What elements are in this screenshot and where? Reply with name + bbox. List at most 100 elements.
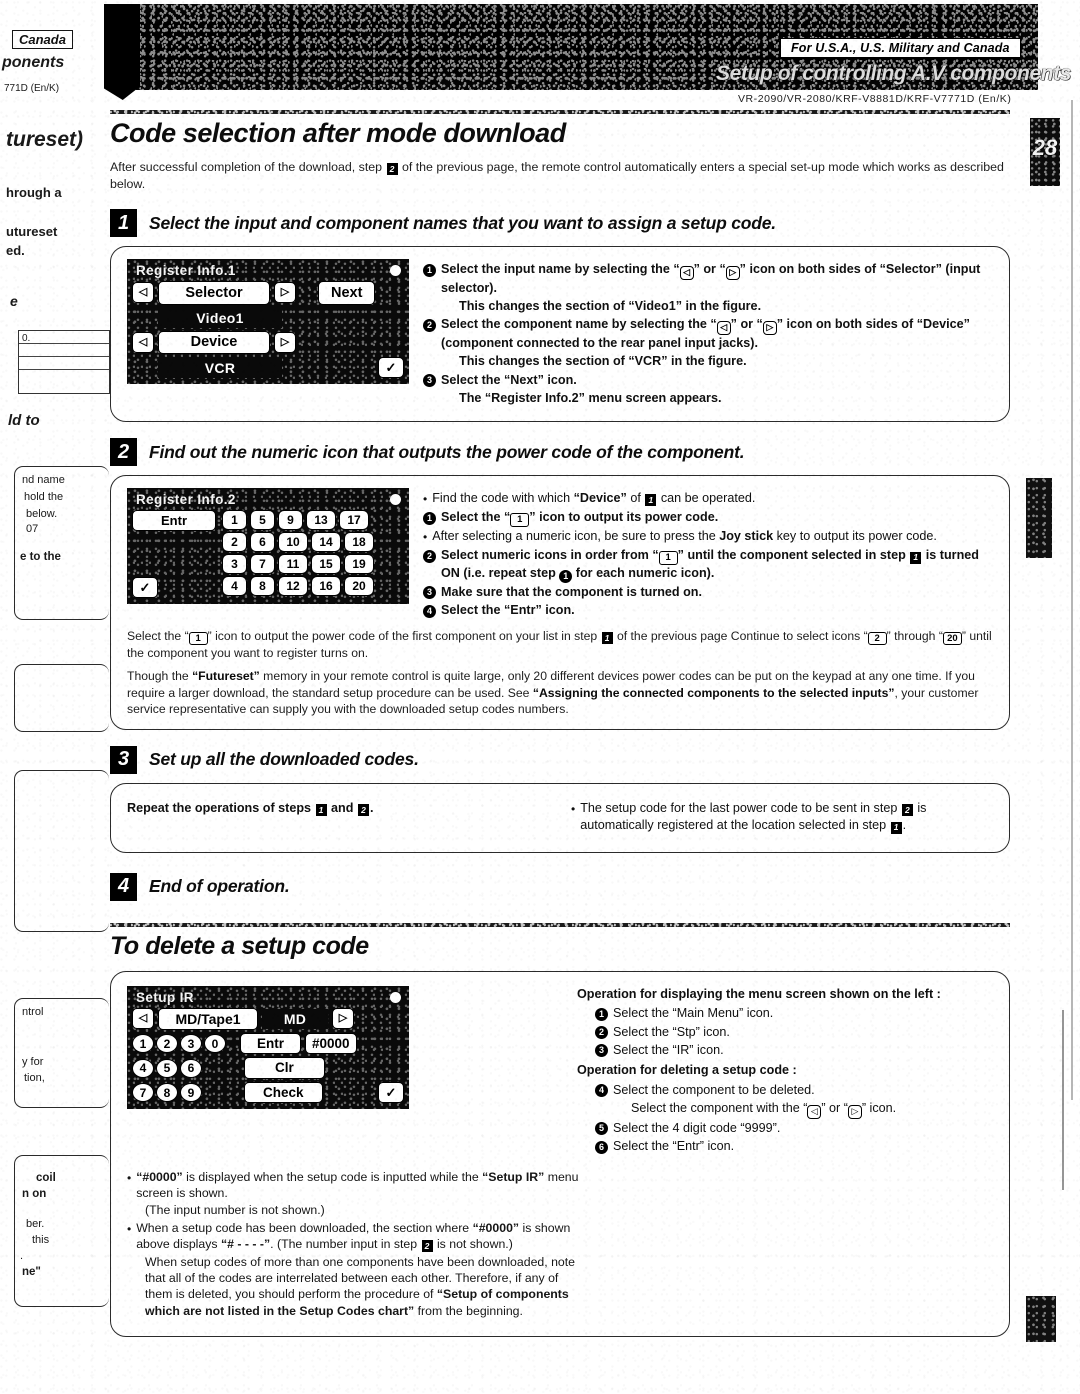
setup-ir-key-4[interactable]: 4 xyxy=(132,1058,154,1078)
section-top-rule xyxy=(110,110,1010,114)
numeric-key-9[interactable]: 9 xyxy=(278,510,303,530)
numeric-key-12[interactable]: 12 xyxy=(278,576,308,596)
left-fragment-4: e xyxy=(10,293,18,309)
numeric-key-3[interactable]: 3 xyxy=(222,554,247,574)
keypad-row: 3 7 11 15 19 xyxy=(222,554,404,574)
delete-heading-1: Operation for displaying the menu screen… xyxy=(577,986,941,1001)
numeric-key-13[interactable]: 13 xyxy=(306,510,336,530)
step-3-heading: 3 Set up all the downloaded codes. xyxy=(110,745,1010,774)
left-fragment-12: ntrol xyxy=(22,1006,44,1018)
step-4-number: 4 xyxy=(110,872,137,901)
left-fragment-20: ne" xyxy=(22,1266,41,1278)
setup-ir-check-button[interactable]: Check xyxy=(244,1081,323,1104)
numeric-key-20[interactable]: 20 xyxy=(344,576,374,596)
usa-notice-badge: For U.S.A., U.S. Military and Canada xyxy=(780,38,1021,58)
instruction-line: 5 Select the 4 digit code “9999”. xyxy=(595,1120,993,1137)
lcd-1-device-value-row: VCR ✓ xyxy=(132,357,404,378)
setup-ir-key-7[interactable]: 7 xyxy=(132,1083,154,1102)
source-name-key[interactable]: MD/Tape1 xyxy=(158,1007,258,1030)
emphasis-text: . xyxy=(369,800,374,815)
setup-ir-clr-button[interactable]: Clr xyxy=(244,1057,325,1079)
body-text: Select the 4 digit code “9999”. xyxy=(613,1120,781,1135)
instruction-text: The “Register Info.2” menu screen appear… xyxy=(459,390,721,407)
emphasis-text: “Assigning the connected components to t… xyxy=(532,685,895,700)
edge-mark-upper xyxy=(1026,478,1052,558)
numeric-key-1[interactable]: 1 xyxy=(222,510,247,530)
step-2-paragraphs: Select the “1” icon to output the power … xyxy=(127,628,993,717)
setup-ir-key-0[interactable]: 0 xyxy=(204,1034,226,1053)
emphasis-text: and xyxy=(327,800,357,815)
body-text: Select the input name by selecting the “ xyxy=(441,262,680,276)
selector-label-key[interactable]: Selector xyxy=(158,281,270,305)
lcd-1-status-dot xyxy=(390,265,401,276)
numeric-key-7[interactable]: 7 xyxy=(250,554,275,574)
numeric-key-11[interactable]: 11 xyxy=(278,554,308,574)
substep-marker: 5 xyxy=(595,1122,608,1136)
step-1-title: Select the input and component names tha… xyxy=(149,212,776,233)
numeric-key-4[interactable]: 4 xyxy=(222,576,247,596)
lcd-1-body: ◁ Selector ▷ Next Video1 ◁ Device ▷ VCR … xyxy=(132,281,404,378)
numeric-key-16[interactable]: 16 xyxy=(311,576,341,596)
numeric-key-10[interactable]: 10 xyxy=(278,532,308,552)
setup-ir-key-9[interactable]: 9 xyxy=(180,1083,202,1102)
numeric-key-14[interactable]: 14 xyxy=(311,532,341,552)
instruction-text: When setup codes of more than one compon… xyxy=(145,1254,579,1320)
setup-ir-key-3[interactable]: 3 xyxy=(180,1034,202,1053)
source-right-arrow-icon[interactable]: ▷ xyxy=(332,1008,354,1030)
lcd-1-device-row: ◁ Device ▷ xyxy=(132,330,404,354)
numeric-key-17[interactable]: 17 xyxy=(339,510,369,530)
numeric-key-19[interactable]: 19 xyxy=(344,554,374,574)
setup-ir-key-8[interactable]: 8 xyxy=(156,1083,178,1102)
entr-button[interactable]: Entr xyxy=(132,510,216,531)
left-fragment-18: this xyxy=(32,1234,50,1246)
confirm-check-icon[interactable]: ✓ xyxy=(378,357,404,378)
setup-ir-row-3: 789 Check ✓ xyxy=(132,1081,404,1104)
instruction-text: Select the “Entr” icon. xyxy=(441,602,575,619)
step-2-paragraph: Though the “Futureset” memory in your re… xyxy=(127,668,993,717)
numeric-icon-1: 1 xyxy=(510,513,530,527)
setup-ir-key-6[interactable]: 6 xyxy=(180,1058,202,1078)
setup-ir-confirm-icon[interactable]: ✓ xyxy=(378,1082,404,1103)
body-text: The “Register Info.2” menu screen appear… xyxy=(459,391,722,406)
delete-items-1: 1 Select the “Main Menu” icon. 2 Select the… xyxy=(577,1005,993,1059)
page-number: 28 xyxy=(1032,135,1058,160)
left-fragment-box-2 xyxy=(14,664,109,732)
source-left-arrow-icon[interactable]: ◁ xyxy=(132,1008,154,1030)
next-button[interactable]: Next xyxy=(318,281,376,305)
device-label-key[interactable]: Device xyxy=(158,330,270,354)
step-1-heading: 1 Select the input and component names t… xyxy=(110,209,1010,237)
setup-ir-entr-button[interactable]: Entr xyxy=(240,1032,301,1055)
numeric-key-15[interactable]: 15 xyxy=(311,554,341,574)
numeric-key-5[interactable]: 5 xyxy=(250,510,275,530)
setup-ir-key-5[interactable]: 5 xyxy=(156,1058,178,1078)
selector-right-arrow-icon[interactable]: ▷ xyxy=(274,282,296,304)
setup-ir-keys-row2: 456 xyxy=(132,1058,202,1078)
instruction-text: The setup code for the last power code t… xyxy=(580,800,993,835)
device-value: VCR xyxy=(158,357,282,378)
setup-ir-key-2[interactable]: 2 xyxy=(156,1034,178,1053)
body-text: key to output its power code. xyxy=(773,528,937,543)
setup-ir-key-1[interactable]: 1 xyxy=(132,1034,154,1053)
numeric-key-2[interactable]: 2 xyxy=(222,532,247,552)
emphasis-text: “#0000” xyxy=(472,1220,520,1235)
instruction-text: This changes the section of “VCR” in the… xyxy=(459,353,747,370)
numeric-key-18[interactable]: 18 xyxy=(344,532,374,552)
body-text: . (The number input in step xyxy=(270,1237,421,1252)
device-right-arrow-icon[interactable]: ▷ xyxy=(274,331,296,353)
device-left-arrow-icon[interactable]: ◁ xyxy=(132,331,154,353)
numeric-key-8[interactable]: 8 xyxy=(250,576,275,596)
body-text: Select the component to be deleted. xyxy=(613,1082,815,1097)
body-text: from the beginning. xyxy=(414,1303,523,1318)
body-text: Make sure that the component is turned o… xyxy=(441,584,703,599)
left-fragment-1: hrough a xyxy=(6,185,62,200)
substep-marker: 3 xyxy=(423,374,436,388)
selector-left-arrow-icon[interactable]: ◁ xyxy=(132,282,154,304)
body-text: This changes the section of “VCR” in the… xyxy=(459,354,747,369)
numeric-key-6[interactable]: 6 xyxy=(250,532,275,552)
left-fragment-0: tureset) xyxy=(6,128,84,151)
substep-marker: 4 xyxy=(595,1084,608,1098)
step-2-instructions: • Find the code with which “Device” of 1 … xyxy=(423,488,993,621)
instruction-text: Select the “Stp” icon. xyxy=(613,1024,730,1041)
step2-check-icon[interactable]: ✓ xyxy=(132,577,158,598)
scan-edge-rule xyxy=(1071,100,1073,1100)
